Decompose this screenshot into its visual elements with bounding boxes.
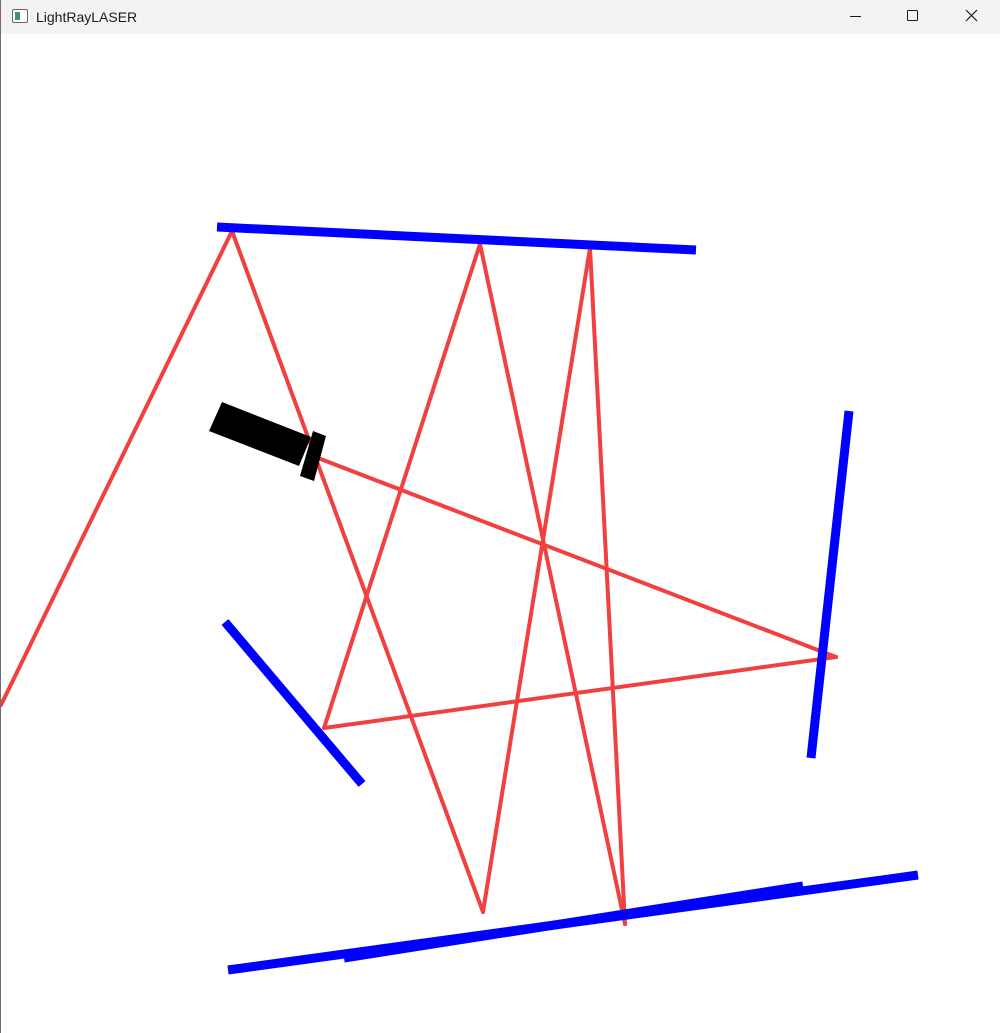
- ray-segment: [322, 242, 482, 730]
- laser-source[interactable]: [209, 402, 326, 481]
- laser-body[interactable]: [209, 402, 311, 466]
- minimize-icon: [850, 16, 861, 17]
- mirror-group: [216, 222, 919, 975]
- ray-segment: [588, 246, 627, 926]
- ray-segment: [1, 229, 234, 707]
- minimize-button[interactable]: [827, 0, 885, 34]
- app-window: LightRayLASER: [0, 0, 1000, 1033]
- close-button[interactable]: [943, 0, 1000, 34]
- ray-segment: [316, 456, 838, 659]
- mirror-top[interactable]: [216, 222, 697, 255]
- mirror-left-diagonal[interactable]: [221, 619, 366, 787]
- drawing-canvas[interactable]: [1, 34, 1000, 1033]
- close-icon: [965, 9, 978, 22]
- ray-segment: [478, 242, 627, 926]
- window-title: LightRayLASER: [36, 9, 138, 25]
- ray-group: [1, 229, 838, 926]
- ray-segment: [481, 246, 592, 914]
- scene-svg: [1, 222, 919, 975]
- mirror-bottom-short[interactable]: [343, 881, 804, 963]
- mirror-right[interactable]: [806, 410, 854, 759]
- maximize-button[interactable]: [885, 0, 943, 34]
- ray-segment: [230, 229, 485, 914]
- app-icon: [12, 9, 28, 23]
- title-bar[interactable]: LightRayLASER: [1, 0, 1000, 34]
- maximize-icon: [907, 10, 918, 21]
